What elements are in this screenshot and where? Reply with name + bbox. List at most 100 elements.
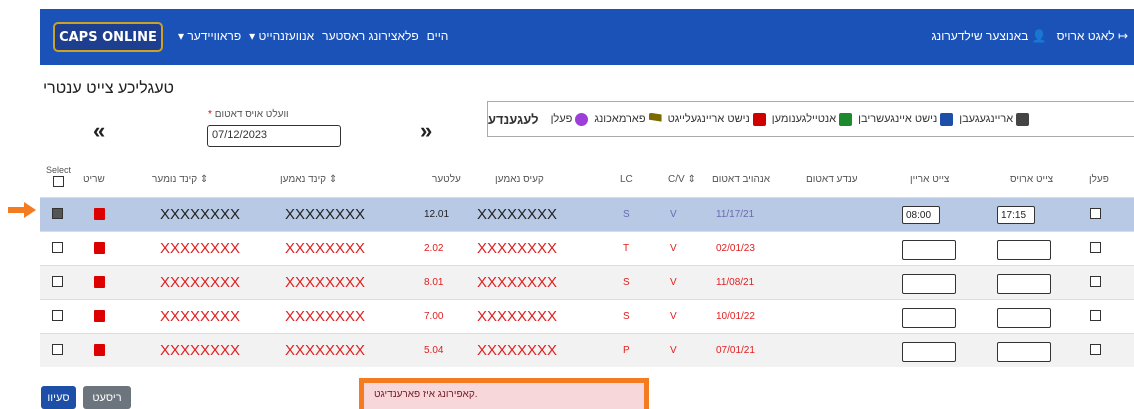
col-end-date: ענדע דאטום — [806, 174, 858, 185]
table-row[interactable]: XXXXXXXX XXXXXXXX 12.01 XXXXXXXX S V 11/… — [40, 197, 1134, 231]
caps-online-logo[interactable]: CAPS ONLINE — [53, 22, 163, 52]
col-write: שריט — [83, 174, 105, 185]
calendar-x-icon — [940, 112, 954, 126]
row-select-checkbox[interactable] — [52, 208, 63, 219]
rate: 12.01 — [424, 209, 450, 220]
lc: S — [623, 311, 630, 322]
logout-link[interactable]: ↦ לאגט ארויס — [1057, 29, 1128, 43]
time-out-input[interactable] — [997, 274, 1051, 294]
rate: 5.04 — [424, 345, 444, 356]
select-all-header: Select — [46, 165, 71, 187]
case-name: XXXXXXXX — [477, 206, 558, 223]
prev-date-button[interactable]: « — [93, 118, 105, 144]
child-name: XXXXXXXX — [285, 206, 366, 223]
start-date: 07/01/21 — [716, 345, 755, 356]
child-name: XXXXXXXX — [285, 240, 366, 257]
cv: V — [670, 209, 677, 220]
absent-checkbox[interactable] — [1090, 276, 1101, 287]
start-date: 11/08/21 — [716, 277, 755, 288]
row-select-checkbox[interactable] — [52, 310, 63, 321]
child-number: XXXXXXXX — [160, 274, 241, 291]
rate: 8.01 — [424, 277, 444, 288]
cv: V — [670, 243, 677, 254]
row-select-checkbox[interactable] — [52, 242, 63, 253]
col-child-number[interactable]: קינד נומער ⇕ — [152, 174, 208, 185]
select-all-checkbox[interactable] — [52, 176, 64, 187]
absent-checkbox[interactable] — [1090, 242, 1101, 253]
col-start-date: אנהויב דאטום — [712, 174, 770, 185]
table-row[interactable]: XXXXXXXX XXXXXXXX 8.01 XXXXXXXX S V 11/0… — [40, 265, 1134, 299]
next-date-button[interactable]: » — [420, 118, 432, 144]
rate: 2.02 — [424, 243, 444, 254]
pointer-arrow-icon — [8, 202, 36, 218]
calendar-red-icon[interactable] — [94, 276, 105, 288]
col-rate: עלטער — [432, 174, 461, 185]
rate: 7.00 — [424, 311, 444, 322]
calendar-red-icon[interactable] — [94, 242, 105, 254]
child-name: XXXXXXXX — [285, 308, 366, 325]
date-label: * וועלט אויס דאטום — [208, 109, 289, 120]
row-select-checkbox[interactable] — [52, 344, 63, 355]
menu-placement-roster[interactable]: פלאצירונג ראסטער — [322, 29, 419, 43]
absent-checkbox[interactable] — [1090, 344, 1101, 355]
legend-item-not-entered: נישט איינגעשריבן — [858, 112, 954, 126]
legend-item-submitted: אריינגעגעבן — [959, 112, 1030, 126]
flag-icon — [648, 112, 662, 122]
time-out-input[interactable] — [997, 342, 1051, 362]
time-in-input[interactable] — [902, 308, 956, 328]
table-row[interactable]: XXXXXXXX XXXXXXXX 2.02 XXXXXXXX T V 02/0… — [40, 231, 1134, 265]
col-case-name: קעיס נאמען — [495, 174, 544, 185]
time-in-input[interactable] — [902, 342, 956, 362]
menu-attendance[interactable]: אנוועזנהייט ▾ — [249, 29, 314, 43]
case-name: XXXXXXXX — [477, 342, 558, 359]
child-number: XXXXXXXX — [160, 308, 241, 325]
absent-checkbox[interactable] — [1090, 208, 1101, 219]
case-name: XXXXXXXX — [477, 308, 558, 325]
calendar-red-icon[interactable] — [94, 208, 105, 220]
reset-button[interactable]: ריסעט — [83, 386, 131, 409]
table-row[interactable]: XXXXXXXX XXXXXXXX 7.00 XXXXXXXX S V 10/0… — [40, 299, 1134, 333]
start-date: 11/17/21 — [716, 209, 755, 220]
col-absent: פעלן — [1089, 174, 1109, 185]
child-name: XXXXXXXX — [285, 342, 366, 359]
start-date: 02/01/23 — [716, 243, 755, 254]
calendar-green-icon — [839, 112, 853, 126]
absent-checkbox[interactable] — [1090, 310, 1101, 321]
col-time-in: צייט אריין — [910, 174, 950, 185]
child-number: XXXXXXXX — [160, 240, 241, 257]
user-profile-link[interactable]: 👤 באנוצער שילדערונג — [931, 29, 1046, 43]
col-time-out: צייט ארויס — [1010, 174, 1054, 185]
cv: V — [670, 311, 677, 322]
child-number: XXXXXXXX — [160, 206, 241, 223]
table-header: Select שריט קינד נומער ⇕ קינד נאמען ⇕ על… — [40, 165, 1134, 195]
cv: V — [670, 345, 677, 356]
menu-home[interactable]: היים — [427, 29, 449, 43]
col-lc: LC — [620, 174, 633, 185]
col-cv[interactable]: C/V ⇕ — [668, 174, 696, 185]
date-input[interactable]: 07/12/2023 — [207, 125, 341, 147]
child-number: XXXXXXXX — [160, 342, 241, 359]
calendar-red-icon[interactable] — [94, 310, 105, 322]
calendar-red-icon[interactable] — [94, 344, 105, 356]
row-select-checkbox[interactable] — [52, 276, 63, 287]
save-button[interactable]: סעיוו — [41, 386, 76, 409]
child-name: XXXXXXXX — [285, 274, 366, 291]
time-out-input[interactable] — [997, 308, 1051, 328]
lc: T — [623, 243, 630, 254]
time-in-input[interactable] — [902, 206, 940, 224]
time-in-input[interactable] — [902, 274, 956, 294]
case-name: XXXXXXXX — [477, 274, 558, 291]
time-out-input[interactable] — [997, 240, 1051, 260]
lc: S — [623, 209, 630, 220]
table-row[interactable]: XXXXXXXX XXXXXXXX 5.04 XXXXXXXX P V 07/0… — [40, 333, 1134, 367]
lc: S — [623, 277, 630, 288]
time-out-input[interactable] — [997, 206, 1035, 224]
cv: V — [670, 277, 677, 288]
menu-provider[interactable]: פראוויידער ▾ — [178, 29, 241, 43]
top-navbar: CAPS ONLINE היים פלאצירונג ראסטער אנוועז… — [40, 9, 1134, 65]
time-in-input[interactable] — [902, 240, 956, 260]
legend-title: לעגענדע — [488, 111, 539, 127]
legend-panel: אריינגעגעבן נישט איינגעשריבן אנטיילגענומ… — [487, 101, 1134, 137]
col-child-name[interactable]: קינד נאמען ⇕ — [280, 174, 337, 185]
legend-item-absent: פעלן — [551, 112, 589, 126]
